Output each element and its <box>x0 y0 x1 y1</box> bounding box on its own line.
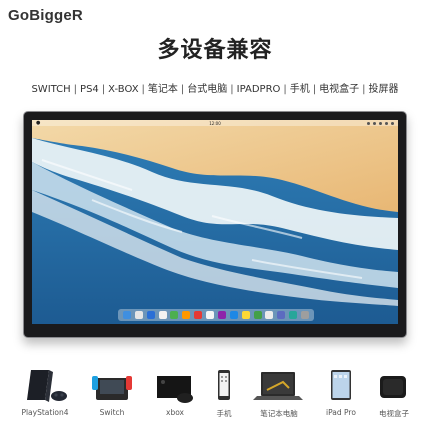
dock-app-icon[interactable] <box>158 311 167 319</box>
dock-app-icon[interactable] <box>253 311 262 319</box>
device-phone: 手机 <box>194 366 254 419</box>
device-switch: Switch <box>82 366 142 417</box>
separator: | <box>230 84 234 95</box>
dock-app-icon[interactable] <box>229 311 238 319</box>
separator: | <box>141 84 145 95</box>
separator: | <box>101 84 106 95</box>
separator: | <box>73 84 78 95</box>
separator: | <box>283 84 287 95</box>
dock-app-icon[interactable] <box>146 311 155 319</box>
switch-console-icon <box>92 376 132 400</box>
device-label: 笔记本电脑 <box>260 409 298 418</box>
compat-item: SWITCH <box>31 84 71 95</box>
separator: | <box>362 84 366 95</box>
ocean-wallpaper <box>32 120 398 324</box>
dock-app-icon[interactable] <box>265 311 274 319</box>
dock-app-icon[interactable] <box>182 311 191 319</box>
device-label: Switch <box>99 408 125 417</box>
dock-app-icon[interactable] <box>122 311 131 319</box>
device-row: PlayStation4 Switch xbox 手机 笔记本电脑 iPad P… <box>0 366 430 426</box>
dock-app-icon[interactable] <box>194 311 203 319</box>
device-label: PlayStation4 <box>21 408 69 417</box>
menubar-clock: 12:00 <box>209 120 221 126</box>
compat-item: PS4 <box>80 84 99 95</box>
device-label: 电视盒子 <box>379 409 409 418</box>
dock-app-icon[interactable] <box>206 311 215 319</box>
compat-item: 台式电脑 <box>187 84 228 95</box>
compat-item: 电视盒子 <box>319 84 360 95</box>
device-label: iPad Pro <box>326 408 356 417</box>
dock-app-icon[interactable] <box>170 311 179 319</box>
dock-app-icon[interactable] <box>217 311 226 319</box>
separator: | <box>180 84 185 95</box>
desktop-menubar: ● 12:00 <box>32 120 398 126</box>
compat-item: 笔记本 <box>147 84 178 95</box>
separator: | <box>312 84 317 95</box>
device-ps4: PlayStation4 <box>15 366 75 417</box>
dock-app-icon[interactable] <box>301 311 310 319</box>
brand-logo: GoBiggeR <box>8 7 83 24</box>
dock-app-icon[interactable] <box>277 311 286 319</box>
monitor-screen: ● 12:00 <box>32 120 398 324</box>
dock-app-icon[interactable] <box>241 311 250 319</box>
device-ipad: iPad Pro <box>311 366 371 417</box>
compat-item: IPADPRO <box>236 84 281 95</box>
phone-icon <box>218 370 230 400</box>
compat-item: X-BOX <box>108 84 139 95</box>
device-laptop: 笔记本电脑 <box>249 366 309 419</box>
dock-app-icon[interactable] <box>134 311 143 319</box>
tablet-icon <box>331 370 351 400</box>
dock-app-icon[interactable] <box>289 311 298 319</box>
desktop-dock <box>118 309 314 321</box>
device-tv-box: 电视盒子 <box>364 366 424 419</box>
monitor-bezel-bottom <box>24 323 406 337</box>
compat-item: 投屏器 <box>368 84 399 95</box>
ps4-console-icon <box>27 370 67 402</box>
compatibility-list: SWITCH | PS4 | X-BOX | 笔记本 | 台式电脑 | IPADPRO | 手机 | 电视盒… <box>0 80 430 95</box>
apple-menu-icon[interactable]: ● <box>36 120 40 126</box>
menubar-status-icons <box>367 121 394 125</box>
device-label: 手机 <box>216 409 232 418</box>
laptop-icon <box>253 372 303 400</box>
tv-box-icon <box>380 376 406 398</box>
page-headline: 多设备兼容 <box>157 38 273 63</box>
portable-monitor: ● 12:00 <box>23 111 407 338</box>
compat-item: 手机 <box>289 84 310 95</box>
